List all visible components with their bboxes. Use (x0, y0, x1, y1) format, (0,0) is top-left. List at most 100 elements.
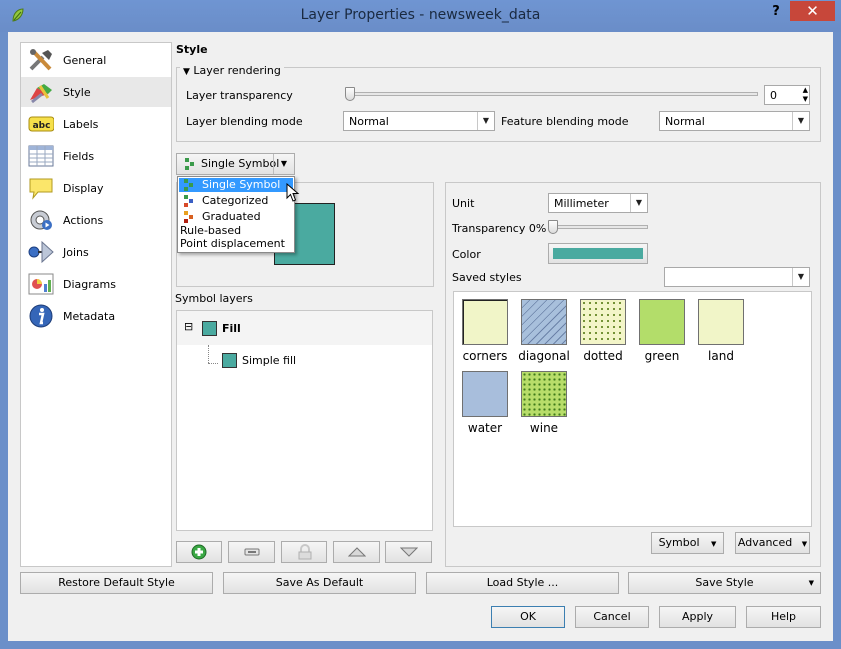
symbol-button[interactable]: Symbol ▼ (651, 532, 724, 554)
cancel-button[interactable]: Cancel (575, 606, 649, 628)
lock-icon (298, 544, 312, 560)
unit-label: Unit (452, 197, 475, 210)
ok-button[interactable]: OK (491, 606, 565, 628)
close-button[interactable]: ✕ (790, 1, 835, 21)
saved-styles-gallery: corners diagonal dotted green land water wine (453, 291, 812, 527)
layer-rendering-header[interactable]: ▼ Layer rendering (180, 64, 284, 77)
mouse-cursor-icon (286, 183, 300, 202)
spin-down-icon[interactable]: ▼ (803, 95, 808, 104)
fill-color-icon (222, 353, 237, 368)
plus-icon (191, 544, 207, 560)
menu-item-graduated[interactable]: Graduated (179, 210, 293, 224)
expander-icon[interactable]: ⊟ (184, 320, 193, 333)
chevron-down-icon: ▼ (273, 154, 294, 174)
feature-blending-select[interactable]: Normal ▼ (659, 111, 810, 131)
sidebar-item-label: Diagrams (63, 278, 116, 291)
renderer-label: Single Symbol (201, 157, 280, 170)
sidebar-item-general[interactable]: General (21, 45, 171, 75)
menu-item-rule-based[interactable]: Rule-based (180, 224, 241, 238)
sidebar-item-joins[interactable]: Joins (21, 237, 171, 267)
saved-style-swatch-land[interactable] (698, 299, 744, 345)
save-as-default-button[interactable]: Save As Default (223, 572, 416, 594)
group-title: Layer rendering (193, 64, 281, 77)
join-icon (28, 240, 54, 264)
saved-style-swatch-wine[interactable] (521, 371, 567, 417)
sidebar-item-label: Fields (63, 150, 95, 163)
chevron-down-icon: ▼ (808, 579, 814, 587)
saved-style-label: water (467, 421, 503, 435)
transparency-label: Layer transparency (186, 89, 293, 102)
remove-layer-button[interactable] (228, 541, 275, 563)
sidebar-item-style[interactable]: Style (21, 77, 171, 107)
slider-handle[interactable] (548, 220, 558, 234)
single-symbol-icon (184, 179, 193, 191)
arrow-up-icon (348, 547, 366, 557)
symbol-layers-tree: ⊟ Fill Simple fill (176, 310, 433, 531)
svg-text:abc: abc (33, 121, 51, 131)
saved-style-swatch-corners[interactable] (462, 299, 508, 345)
arrow-down-icon (400, 547, 418, 557)
save-style-button[interactable]: Save Style ▼ (628, 572, 821, 594)
advanced-button[interactable]: Advanced ▼ (735, 532, 810, 554)
renderer-select-button[interactable]: Single Symbol ▼ (176, 153, 295, 175)
saved-style-label: green (644, 349, 680, 363)
restore-default-style-button[interactable]: Restore Default Style (20, 572, 213, 594)
window-title: Layer Properties - newsweek_data (300, 7, 541, 23)
load-style-button[interactable]: Load Style ... (426, 572, 619, 594)
saved-style-swatch-water[interactable] (462, 371, 508, 417)
help-button[interactable]: Help (746, 606, 821, 628)
add-layer-button[interactable] (176, 541, 222, 563)
menu-item-categorized[interactable]: Categorized (179, 194, 293, 208)
blending-mode-label: Layer blending mode (186, 115, 303, 128)
sidebar-item-label: Style (63, 86, 91, 99)
help-title-button[interactable]: ? (765, 2, 787, 22)
tree-row-fill[interactable]: ⊟ Fill (177, 311, 432, 345)
feature-blending-label: Feature blending mode (501, 115, 629, 128)
saved-style-swatch-diagonal[interactable] (521, 299, 567, 345)
layer-blending-select[interactable]: Normal ▼ (343, 111, 495, 131)
menu-item-point-displacement[interactable]: Point displacement (180, 237, 285, 251)
page-title: Style (176, 43, 208, 56)
fill-color-icon (202, 321, 217, 336)
lock-layer-button[interactable] (281, 541, 327, 563)
collapse-triangle-icon: ▼ (183, 67, 190, 77)
title-bar[interactable]: Layer Properties - newsweek_data ? ✕ (0, 0, 841, 32)
sidebar-item-fields[interactable]: Fields (21, 141, 171, 171)
tree-row-simple-fill[interactable]: Simple fill (177, 349, 432, 377)
slider-handle[interactable] (345, 87, 355, 101)
layer-transparency-slider[interactable] (347, 92, 758, 96)
symbol-transparency-slider[interactable] (550, 225, 648, 229)
symbol-transparency-label: Transparency 0% (452, 222, 547, 235)
unit-select[interactable]: Millimeter ▼ (548, 193, 648, 213)
color-label: Color (452, 248, 481, 261)
saved-style-label: diagonal (518, 349, 570, 363)
move-up-button[interactable] (333, 541, 380, 563)
saved-style-label: corners (462, 349, 508, 363)
saved-styles-select[interactable]: ▼ (664, 267, 810, 287)
paint-brush-icon (30, 84, 52, 104)
spin-up-icon[interactable]: ▲ (803, 86, 808, 95)
color-swatch (553, 248, 643, 259)
chevron-down-icon: ▼ (792, 268, 809, 286)
minus-icon (244, 548, 260, 556)
sidebar-item-actions[interactable]: Actions (21, 205, 171, 235)
saved-style-label: dotted (583, 349, 623, 363)
sidebar-item-label: Actions (63, 214, 104, 227)
menu-item-single-symbol[interactable]: Single Symbol (179, 178, 293, 192)
sidebar-item-display[interactable]: Display (21, 173, 171, 203)
sidebar-item-label: Joins (63, 246, 89, 259)
transparency-spinbox[interactable]: 0 ▲ ▼ (764, 85, 810, 105)
chevron-down-icon: ▼ (477, 112, 494, 130)
renderer-menu: Single Symbol Categorized Graduated Rule… (177, 176, 295, 253)
apply-button[interactable]: Apply (659, 606, 736, 628)
chevron-down-icon: ▼ (711, 540, 717, 548)
sidebar-item-diagrams[interactable]: Diagrams (21, 269, 171, 299)
sidebar-item-metadata[interactable]: Metadata (21, 301, 171, 331)
sidebar-item-labels[interactable]: abc Labels (21, 109, 171, 139)
move-down-button[interactable] (385, 541, 432, 563)
color-button[interactable] (548, 243, 648, 264)
layer-properties-window: Layer Properties - newsweek_data ? ✕ Gen… (0, 0, 841, 649)
saved-style-label: land (708, 349, 734, 363)
saved-style-swatch-dotted[interactable] (580, 299, 626, 345)
saved-style-swatch-green[interactable] (639, 299, 685, 345)
